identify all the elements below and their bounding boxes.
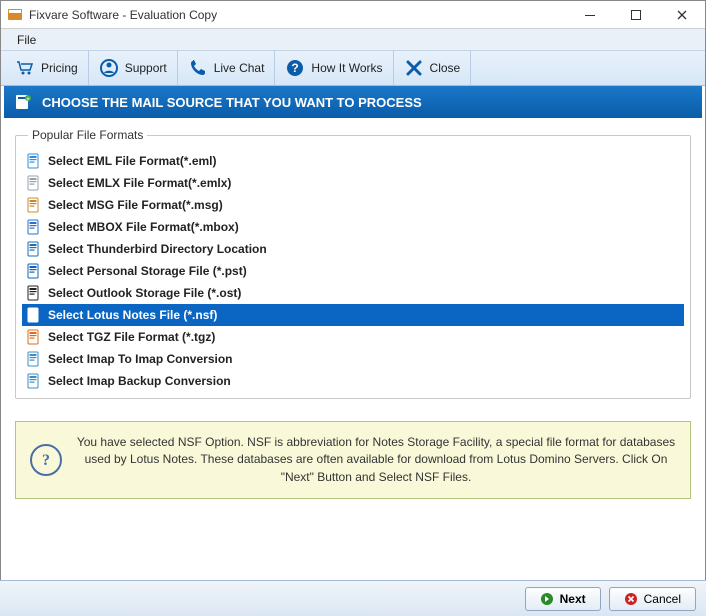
cart-icon [15, 58, 35, 78]
emlx-icon [26, 175, 42, 191]
format-option[interactable]: Select Personal Storage File (*.pst) [22, 260, 684, 282]
support-button[interactable]: Support [89, 51, 178, 85]
format-option[interactable]: Select Outlook Storage File (*.ost) [22, 282, 684, 304]
close-button[interactable] [659, 1, 705, 29]
pricing-button[interactable]: Pricing [5, 51, 89, 85]
question-icon: ? [285, 58, 305, 78]
format-option[interactable]: Select Thunderbird Directory Location [22, 238, 684, 260]
ost-icon [26, 285, 42, 301]
format-label: Select TGZ File Format (*.tgz) [48, 330, 215, 344]
svg-text:+: + [26, 97, 30, 103]
format-label: Select EMLX File Format(*.emlx) [48, 176, 231, 190]
howitworks-label: How It Works [311, 61, 382, 75]
window-title: Fixvare Software - Evaluation Copy [29, 8, 217, 22]
mbox-icon [26, 219, 42, 235]
section-title: CHOOSE THE MAIL SOURCE THAT YOU WANT TO … [42, 95, 422, 110]
footer-bar: Next Cancel [0, 580, 706, 616]
section-header: + CHOOSE THE MAIL SOURCE THAT YOU WANT T… [4, 86, 702, 118]
format-option[interactable]: Select TGZ File Format (*.tgz) [22, 326, 684, 348]
pricing-label: Pricing [41, 61, 78, 75]
minimize-button[interactable] [567, 1, 613, 29]
titlebar-left: Fixvare Software - Evaluation Copy [1, 7, 217, 23]
info-panel: ? You have selected NSF Option. NSF is a… [15, 421, 691, 499]
format-option[interactable]: Select EML File Format(*.eml) [22, 150, 684, 172]
format-label: Select Outlook Storage File (*.ost) [48, 286, 241, 300]
close-label: Close [430, 61, 461, 75]
msg-icon [26, 197, 42, 213]
titlebar: Fixvare Software - Evaluation Copy [1, 1, 705, 29]
imap-icon [26, 351, 42, 367]
format-option[interactable]: Select EMLX File Format(*.emlx) [22, 172, 684, 194]
cancel-button[interactable]: Cancel [609, 587, 696, 611]
livechat-label: Live Chat [214, 61, 265, 75]
format-label: Select MSG File Format(*.msg) [48, 198, 223, 212]
content-area: Popular File Formats Select EML File For… [1, 118, 705, 409]
pst-icon [26, 263, 42, 279]
next-arrow-icon [540, 592, 554, 606]
next-label: Next [560, 592, 586, 606]
format-option[interactable]: Select MSG File Format(*.msg) [22, 194, 684, 216]
howitworks-button[interactable]: ? How It Works [275, 51, 393, 85]
info-icon: ? [30, 444, 62, 476]
tgz-icon [26, 329, 42, 345]
toolbar-close-button[interactable]: Close [394, 51, 472, 85]
format-label: Select EML File Format(*.eml) [48, 154, 217, 168]
nsf-icon [26, 307, 42, 323]
support-label: Support [125, 61, 167, 75]
format-label: Select Thunderbird Directory Location [48, 242, 267, 256]
format-option[interactable]: Select Lotus Notes File (*.nsf) [22, 304, 684, 326]
eml-icon [26, 153, 42, 169]
app-icon [7, 7, 23, 23]
window-controls [567, 1, 705, 29]
svg-text:?: ? [42, 452, 50, 469]
maximize-button[interactable] [613, 1, 659, 29]
thunderbird-icon [26, 241, 42, 257]
format-label: Select Imap Backup Conversion [48, 374, 231, 388]
cancel-label: Cancel [644, 592, 681, 606]
format-label: Select MBOX File Format(*.mbox) [48, 220, 239, 234]
imapbk-icon [26, 373, 42, 389]
format-option[interactable]: Select MBOX File Format(*.mbox) [22, 216, 684, 238]
formats-legend: Popular File Formats [28, 128, 147, 142]
format-option[interactable]: Select Imap Backup Conversion [22, 370, 684, 392]
file-format-list: Select EML File Format(*.eml) Select EML… [22, 150, 684, 392]
formats-fieldset: Popular File Formats Select EML File For… [15, 128, 691, 399]
format-option[interactable]: Select Imap To Imap Conversion [22, 348, 684, 370]
cancel-x-icon [624, 592, 638, 606]
svg-text:?: ? [292, 61, 299, 75]
menubar: File [1, 29, 705, 51]
format-label: Select Lotus Notes File (*.nsf) [48, 308, 217, 322]
phone-icon [188, 58, 208, 78]
support-icon [99, 58, 119, 78]
format-label: Select Imap To Imap Conversion [48, 352, 233, 366]
info-text: You have selected NSF Option. NSF is abb… [76, 434, 676, 486]
toolbar: Pricing Support Live Chat ? How It Works… [1, 51, 705, 86]
format-label: Select Personal Storage File (*.pst) [48, 264, 247, 278]
menu-file[interactable]: File [9, 31, 44, 49]
livechat-button[interactable]: Live Chat [178, 51, 276, 85]
x-icon [404, 58, 424, 78]
source-icon: + [14, 93, 32, 111]
next-button[interactable]: Next [525, 587, 601, 611]
